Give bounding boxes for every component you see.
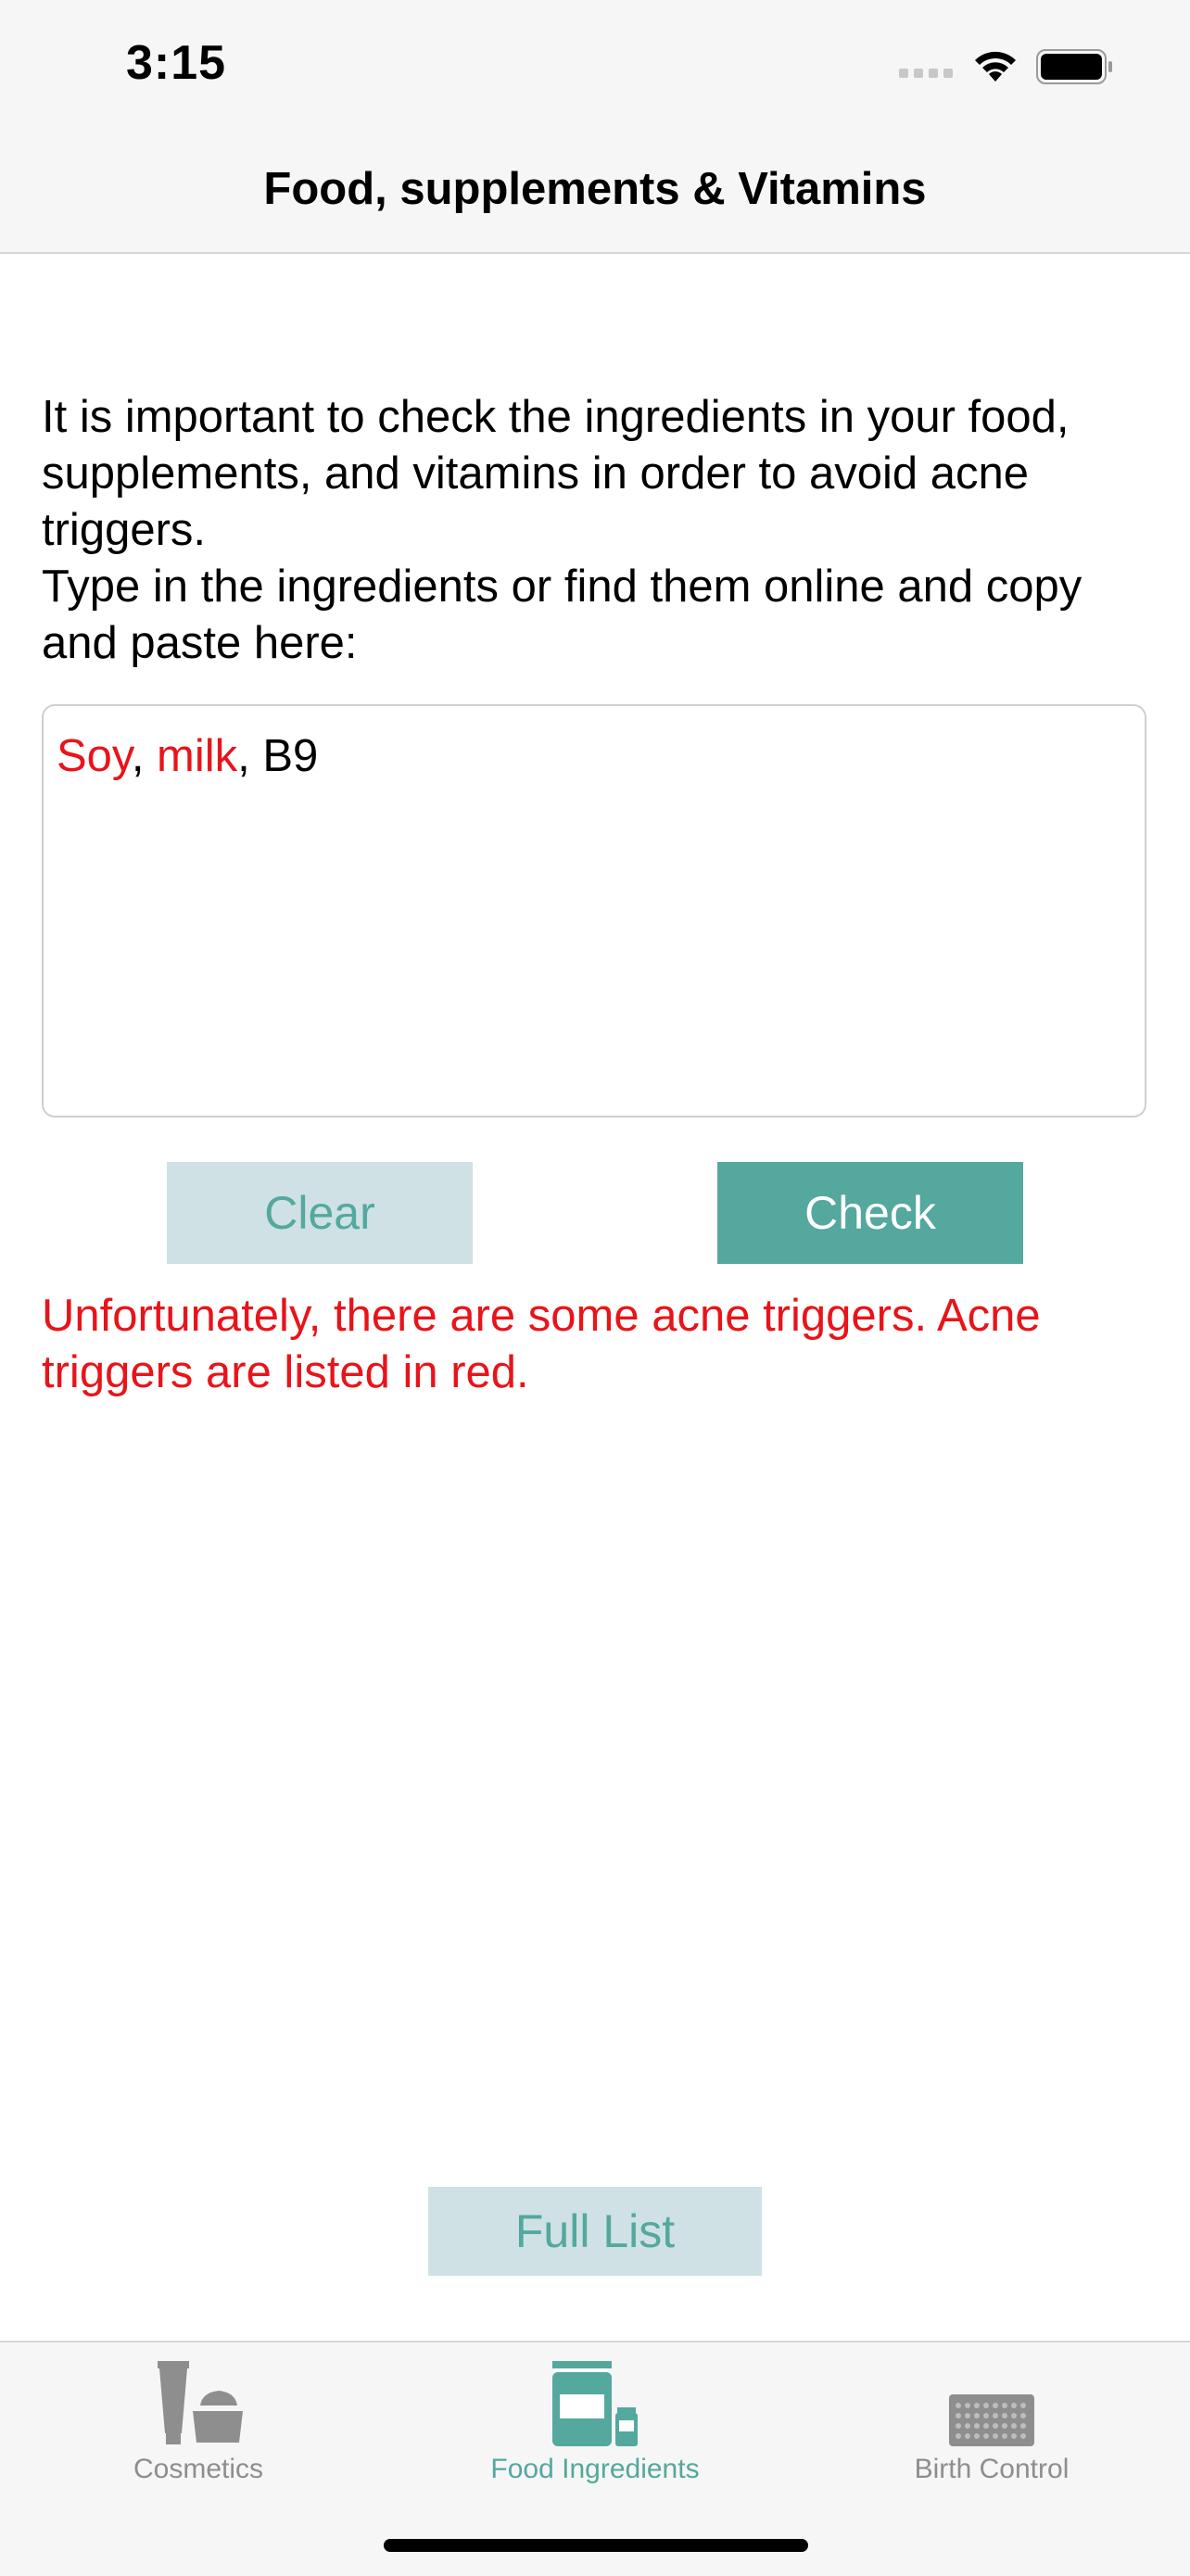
result-message: Unfortunately, there are some acne trigg… (42, 1291, 1041, 1397)
food-jar-icon (551, 2355, 639, 2448)
tab-food-ingredients[interactable]: Food Ingredients (397, 2342, 793, 2509)
tab-birth-control-label: Birth Control (914, 2454, 1070, 2484)
tab-cosmetics-label: Cosmetics (133, 2454, 264, 2484)
home-indicator[interactable] (384, 2539, 808, 2552)
tab-food-ingredients-label: Food Ingredients (490, 2454, 700, 2484)
navigation-bar: Food, supplements & Vitamins (0, 139, 1190, 254)
intro-paragraph-1: It is important to check the ingredients… (42, 392, 1070, 555)
check-button[interactable]: Check (717, 1162, 1023, 1264)
battery-icon (1036, 49, 1112, 84)
tab-birth-control[interactable]: Birth Control (793, 2342, 1190, 2509)
cosmetics-icon (152, 2355, 245, 2448)
intro-paragraph-2: Type in the ingredients or find them onl… (42, 562, 1082, 668)
ingredients-text-area[interactable]: Soy, milk, B9 (42, 704, 1146, 1118)
wifi-icon (975, 51, 1016, 82)
ingredient-milk: milk (157, 731, 238, 781)
status-bar: 3:15 (0, 0, 1190, 139)
intro-text: It is important to check the ingredients… (42, 389, 1154, 672)
clear-button[interactable]: Clear (167, 1162, 473, 1264)
full-list-button[interactable]: Full List (428, 2187, 762, 2276)
tab-cosmetics[interactable]: Cosmetics (0, 2342, 397, 2509)
cellular-signal-icon (899, 69, 953, 78)
status-time: 3:15 (126, 36, 227, 90)
ingredient-b9: , B9 (237, 731, 319, 781)
ingredient-soy: Soy (57, 731, 132, 781)
page-title: Food, supplements & Vitamins (263, 164, 927, 214)
pill-pack-icon (947, 2355, 1036, 2448)
ingredient-separator: , (131, 731, 158, 781)
